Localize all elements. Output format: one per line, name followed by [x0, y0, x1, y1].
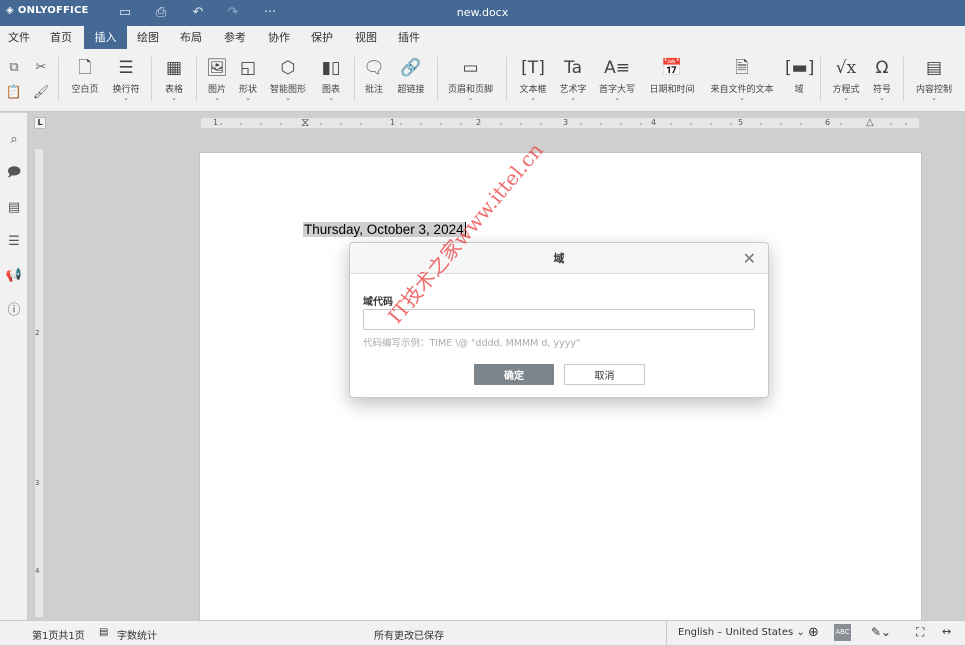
- header-footer-icon: ▭: [462, 58, 479, 78]
- menu-layout[interactable]: 布局: [174, 26, 208, 49]
- blank-page-button[interactable]: 🗋 空白页: [66, 57, 104, 95]
- vertical-ruler[interactable]: 2 3 4: [34, 148, 44, 618]
- menu-collaboration[interactable]: 协作: [262, 26, 296, 49]
- field-code-hint: 代码编写示例：TIME \@ "dddd, MMMM d, yyyy": [363, 338, 581, 349]
- menu-protection[interactable]: 保护: [305, 26, 339, 49]
- comments-icon[interactable]: 🗩: [5, 164, 23, 182]
- field-code-input[interactable]: [363, 309, 755, 330]
- text-art-icon: Ta: [564, 58, 582, 78]
- link-icon: 🔗: [400, 58, 422, 78]
- menu-file[interactable]: 文件: [2, 26, 36, 49]
- copy-icon[interactable]: ⧉: [5, 60, 23, 75]
- save-status: 所有更改已保存: [374, 631, 444, 642]
- menu-draw[interactable]: 绘图: [131, 26, 165, 49]
- fit-page-icon[interactable]: ⛶: [916, 625, 924, 640]
- content-control-button[interactable]: ▤ 内容控制 ⌄: [910, 57, 958, 102]
- table-icon: ▦: [165, 58, 183, 78]
- image-icon: 🖼: [206, 58, 228, 78]
- close-icon[interactable]: ✕: [743, 249, 756, 268]
- symbol-button[interactable]: Ω 符号 ⌄: [867, 57, 897, 102]
- feedback-icon[interactable]: 📢: [5, 267, 23, 285]
- status-bar: 第1页共1页 ▤ 字数统计 所有更改已保存 English – United S…: [0, 620, 965, 646]
- field-code-label: 域代码: [363, 297, 393, 308]
- shape-button[interactable]: ◱ 形状 ⌄: [234, 57, 262, 102]
- horizontal-ruler[interactable]: 1 ⧖ 1 2 3 4 5 6 △: [200, 115, 920, 130]
- shape-icon: ◱: [239, 58, 257, 78]
- text-art-button[interactable]: Ta 艺术字 ⌄: [555, 57, 591, 102]
- menu-view[interactable]: 视图: [349, 26, 383, 49]
- picture-button[interactable]: 🖼 图片 ⌄: [202, 57, 232, 102]
- page-icon: 🗋: [78, 58, 92, 78]
- page-count[interactable]: 第1页共1页: [32, 627, 85, 642]
- format-painter-icon[interactable]: 🖌: [32, 85, 50, 100]
- document-icon: 🗎: [735, 58, 749, 78]
- hyperlink-button[interactable]: 🔗 超链接: [391, 57, 431, 95]
- chevron-down-icon: ⌄: [796, 627, 805, 638]
- word-count-icon[interactable]: ▤: [99, 627, 108, 638]
- equation-button[interactable]: √x 方程式 ⌄: [827, 57, 865, 102]
- calendar-clock-icon: 📅: [661, 58, 683, 78]
- comment-icon: 🗨: [363, 58, 385, 78]
- comment-button[interactable]: 🗨 批注: [360, 57, 388, 95]
- date-time-button[interactable]: 📅 日期和时间: [645, 57, 699, 95]
- smartart-icon: ⬡: [280, 58, 296, 78]
- field-button[interactable]: [▬] 域: [785, 57, 815, 95]
- omega-icon: Ω: [875, 58, 889, 78]
- break-icon: ☰: [118, 58, 134, 78]
- track-changes-icon[interactable]: ✎⌄: [871, 625, 891, 639]
- globe-icon[interactable]: ⊕: [808, 625, 819, 640]
- navigation-icon[interactable]: ☰: [5, 233, 23, 251]
- menu-plugins[interactable]: 插件: [392, 26, 426, 49]
- language-selector[interactable]: English – United States ⌄: [678, 627, 805, 638]
- menu-insert[interactable]: 插入: [84, 26, 127, 49]
- search-icon[interactable]: ⌕: [5, 131, 23, 149]
- ok-button[interactable]: 确定: [474, 364, 554, 385]
- paste-icon[interactable]: 📋: [5, 85, 23, 100]
- title-bar: ◈ ONLYOFFICE ▭ ⎙ ↶ ↷ ··· new.docx: [0, 0, 965, 26]
- menu-bar: 文件 首页 插入 绘图 布局 参考 协作 保护 视图 插件: [0, 26, 965, 49]
- table-button[interactable]: ▦ 表格 ⌄: [158, 57, 190, 102]
- insert-toolbar: ⧉ ✂ 📋 🖌 🗋 空白页 ☰ 换行符 ⌄ ▦ 表格 ⌄ 🖼 图片 ⌄ ◱ 形状 ⌄ ⬡ 智能图形 ⌄…: [0, 49, 965, 112]
- dialog-title: 域: [350, 243, 768, 274]
- drop-cap-button[interactable]: A≡ 首字大写 ⌄: [595, 57, 639, 102]
- chat-icon[interactable]: ▤: [5, 199, 23, 217]
- text-box-button[interactable]: [T] 文本框 ⌄: [514, 57, 552, 102]
- left-indent-marker[interactable]: ⧖: [301, 115, 309, 130]
- field-icon: [▬]: [785, 58, 815, 78]
- fit-width-icon[interactable]: ↔: [942, 625, 951, 638]
- drop-cap-icon: A≡: [604, 58, 630, 78]
- tab-stop-selector[interactable]: L: [34, 117, 46, 129]
- document-title: new.docx: [456, 6, 509, 19]
- spellcheck-icon[interactable]: ABC: [834, 624, 851, 641]
- header-footer-button[interactable]: ▭ 页眉和页脚 ⌄: [443, 57, 498, 102]
- smart-art-button[interactable]: ⬡ 智能图形 ⌄: [265, 57, 311, 102]
- chart-icon: ▮▯: [321, 58, 341, 78]
- date-field-text[interactable]: Thursday, October 3, 2024: [303, 222, 466, 237]
- left-sidebar: ⌕ 🗩 ▤ ☰ 📢 ⓘ: [0, 113, 28, 620]
- right-indent-marker[interactable]: △: [866, 117, 874, 128]
- word-count[interactable]: 字数统计: [117, 627, 157, 642]
- cancel-button[interactable]: 取消: [564, 364, 645, 385]
- info-icon[interactable]: ⓘ: [5, 302, 23, 320]
- menu-references[interactable]: 参考: [218, 26, 252, 49]
- text-box-icon: [T]: [521, 58, 545, 78]
- content-control-icon: ▤: [925, 58, 943, 78]
- equation-icon: √x: [835, 58, 857, 78]
- cut-icon[interactable]: ✂: [32, 60, 50, 75]
- menu-home[interactable]: 首页: [44, 26, 78, 49]
- field-dialog: 域 ✕ 域代码 代码编写示例：TIME \@ "dddd, MMMM d, yy…: [349, 242, 769, 398]
- text-from-file-button[interactable]: 🗎 来自文件的文本 ⌄: [704, 57, 780, 102]
- chart-button[interactable]: ▮▯ 图表 ⌄: [315, 57, 347, 102]
- line-break-button[interactable]: ☰ 换行符 ⌄: [106, 57, 146, 102]
